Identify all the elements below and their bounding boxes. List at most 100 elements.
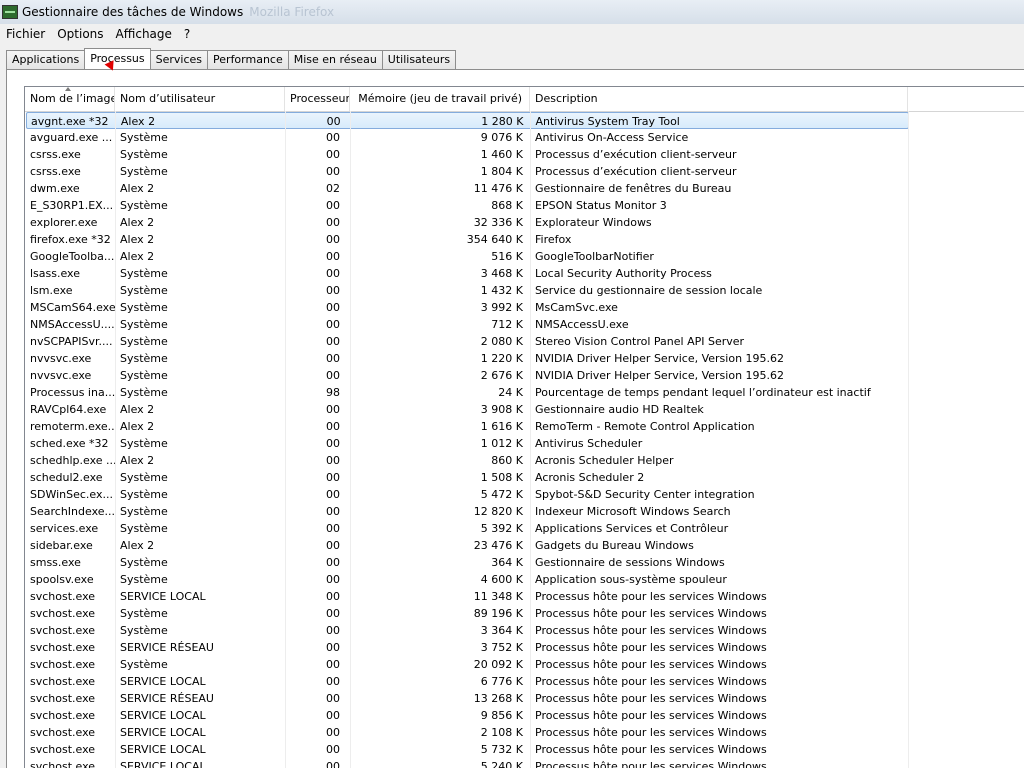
table-row[interactable]: nvSCPAPISvr.... Système 00 2 080 K Stereo Vi… — [25, 333, 1024, 350]
process-description: NVIDIA Driver Helper Service, Version 19… — [535, 352, 785, 365]
tab-utilisateurs[interactable]: Utilisateurs — [381, 50, 457, 69]
column-header-cpu[interactable]: Processeur — [285, 87, 350, 111]
process-memory: 364 K — [491, 556, 523, 569]
process-image-name: nvSCPAPISvr.... — [30, 335, 113, 348]
table-row[interactable]: explorer.exe Alex 2 00 32 336 K Explorateur … — [25, 214, 1024, 231]
table-row[interactable]: svchost.exe SERVICE RÉSEAU 00 13 268 K Proce… — [25, 690, 1024, 707]
task-manager-icon — [2, 5, 18, 19]
column-header-user-name[interactable]: Nom d’utilisateur — [115, 87, 285, 111]
process-memory: 354 640 K — [466, 233, 523, 246]
process-description: Pourcentage de temps pendant lequel l’or… — [535, 386, 871, 399]
process-cpu: 00 — [326, 556, 340, 569]
process-image-name: MSCamS64.exe — [30, 301, 115, 314]
process-memory: 1 804 K — [480, 165, 523, 178]
process-user-name: Alex 2 — [120, 403, 155, 416]
table-row[interactable]: dwm.exe Alex 2 02 11 476 K Gestionnaire de f… — [25, 180, 1024, 197]
table-row[interactable]: avguard.exe ... Système 00 9 076 K Antivirus… — [25, 129, 1024, 146]
process-memory: 4 600 K — [480, 573, 523, 586]
table-row[interactable]: E_S30RP1.EX... Système 00 868 K EPSON Status… — [25, 197, 1024, 214]
table-row[interactable]: lsass.exe Système 00 3 468 K Local Security … — [25, 265, 1024, 282]
process-user-name: Système — [120, 267, 168, 280]
table-row[interactable]: services.exe Système 00 5 392 K Applications… — [25, 520, 1024, 537]
table-row[interactable]: svchost.exe SERVICE LOCAL 00 5 240 K Process… — [25, 758, 1024, 768]
table-row[interactable]: GoogleToolba... Alex 2 00 516 K GoogleToolba… — [25, 248, 1024, 265]
process-user-name: Système — [120, 488, 168, 501]
table-row[interactable]: remoterm.exe... Alex 2 00 1 616 K RemoTerm -… — [25, 418, 1024, 435]
table-row[interactable]: svchost.exe SERVICE LOCAL 00 11 348 K Proces… — [25, 588, 1024, 605]
tab-mise-en-reseau[interactable]: Mise en réseau — [287, 50, 383, 69]
process-user-name: Alex 2 — [120, 182, 155, 195]
table-row[interactable]: Processus ina... Système 98 24 K Pourcentage… — [25, 384, 1024, 401]
table-row[interactable]: svchost.exe Système 00 3 364 K Processus hôt… — [25, 622, 1024, 639]
column-header-image-name[interactable]: Nom de l’image — [25, 87, 115, 111]
process-image-name: SDWinSec.ex... — [30, 488, 113, 501]
table-row[interactable]: sched.exe *32 Système 00 1 012 K Antivirus S… — [25, 435, 1024, 452]
table-row[interactable]: svchost.exe Système 00 89 196 K Processus hô… — [25, 605, 1024, 622]
table-row[interactable]: nvvsvc.exe Système 00 2 676 K NVIDIA Driver … — [25, 367, 1024, 384]
process-cpu: 00 — [326, 624, 340, 637]
tab-applications[interactable]: Applications — [6, 50, 86, 69]
table-row[interactable]: MSCamS64.exe Système 00 3 992 K MsCamSvc.exe — [25, 299, 1024, 316]
table-row[interactable]: svchost.exe SERVICE RÉSEAU 00 3 752 K Proces… — [25, 639, 1024, 656]
background-window-title: Mozilla Firefox — [249, 5, 335, 19]
title-bar[interactable]: Gestionnaire des tâches de Windows Mozil… — [0, 0, 1024, 24]
process-memory: 1 220 K — [480, 352, 523, 365]
table-row[interactable]: schedhlp.exe ... Alex 2 00 860 K Acronis Sch… — [25, 452, 1024, 469]
process-image-name: csrss.exe — [30, 165, 81, 178]
process-memory: 20 092 K — [473, 658, 523, 671]
table-row[interactable]: NMSAccessU.... Système 00 712 K NMSAccessU.e… — [25, 316, 1024, 333]
process-cpu: 00 — [326, 335, 340, 348]
table-row[interactable]: SDWinSec.ex... Système 00 5 472 K Spybot-S&D… — [25, 486, 1024, 503]
process-description: Processus hôte pour les services Windows — [535, 743, 767, 756]
process-cpu: 00 — [326, 726, 340, 739]
process-description: Processus d’exécution client-serveur — [535, 165, 737, 178]
table-row[interactable]: svchost.exe SERVICE LOCAL 00 2 108 K Process… — [25, 724, 1024, 741]
process-image-name: explorer.exe — [30, 216, 98, 229]
process-list[interactable]: Nom de l’image Nom d’utilisateur Process… — [24, 86, 1024, 768]
column-header-description[interactable]: Description — [530, 87, 908, 111]
menu-options[interactable]: Options — [51, 24, 109, 44]
tab-performance[interactable]: Performance — [207, 50, 289, 69]
table-row[interactable]: csrss.exe Système 00 1 460 K Processus d’exé… — [25, 146, 1024, 163]
process-description: Processus hôte pour les services Windows — [535, 675, 767, 688]
table-row[interactable]: RAVCpl64.exe Alex 2 00 3 908 K Gestionnaire … — [25, 401, 1024, 418]
table-row[interactable]: smss.exe Système 00 364 K Gestionnaire de se… — [25, 554, 1024, 571]
table-row[interactable]: SearchIndexe... Système 00 12 820 K Indexeur… — [25, 503, 1024, 520]
process-description: Gadgets du Bureau Windows — [535, 539, 694, 552]
table-row[interactable]: lsm.exe Système 00 1 432 K Service du gestio… — [25, 282, 1024, 299]
menu-fichier[interactable]: Fichier — [0, 24, 51, 44]
column-header-memory[interactable]: Mémoire (jeu de travail privé) — [350, 87, 530, 111]
process-memory: 5 732 K — [480, 743, 523, 756]
table-row[interactable]: spoolsv.exe Système 00 4 600 K Application s… — [25, 571, 1024, 588]
process-user-name: Alex 2 — [120, 216, 155, 229]
tab-services[interactable]: Services — [149, 50, 209, 69]
table-row[interactable]: svchost.exe Système 00 20 092 K Processus hô… — [25, 656, 1024, 673]
process-cpu: 00 — [326, 454, 340, 467]
table-row[interactable]: schedul2.exe Système 00 1 508 K Acronis Sche… — [25, 469, 1024, 486]
process-image-name: services.exe — [30, 522, 99, 535]
process-description: Antivirus System Tray Tool — [535, 115, 680, 128]
process-memory: 9 076 K — [480, 131, 523, 144]
tab-processus[interactable]: Processus — [84, 48, 151, 69]
process-rows: avgnt.exe *32 Alex 2 00 1 280 K Antivirus Sy… — [25, 112, 1024, 768]
process-memory: 3 468 K — [480, 267, 523, 280]
process-image-name: svchost.exe — [30, 709, 96, 722]
table-row[interactable]: nvvsvc.exe Système 00 1 220 K NVIDIA Driver … — [25, 350, 1024, 367]
process-cpu: 00 — [326, 403, 340, 416]
table-row[interactable]: svchost.exe SERVICE LOCAL 00 9 856 K Process… — [25, 707, 1024, 724]
process-image-name: GoogleToolba... — [30, 250, 115, 263]
menu-help[interactable]: ? — [178, 24, 196, 44]
process-description: GoogleToolbarNotifier — [535, 250, 654, 263]
process-image-name: svchost.exe — [30, 624, 96, 637]
process-user-name: Système — [120, 658, 168, 671]
table-row[interactable]: csrss.exe Système 00 1 804 K Processus d’exé… — [25, 163, 1024, 180]
process-user-name: SERVICE LOCAL — [120, 590, 206, 603]
table-row[interactable]: svchost.exe SERVICE LOCAL 00 6 776 K Process… — [25, 673, 1024, 690]
table-row[interactable]: svchost.exe SERVICE LOCAL 00 5 732 K Process… — [25, 741, 1024, 758]
table-row[interactable]: firefox.exe *32 Alex 2 00 354 640 K Firefox — [25, 231, 1024, 248]
table-row[interactable]: sidebar.exe Alex 2 00 23 476 K Gadgets du Bu… — [25, 537, 1024, 554]
process-memory: 23 476 K — [473, 539, 523, 552]
table-row-selected[interactable]: avgnt.exe *32 Alex 2 00 1 280 K Antivirus Sy… — [26, 112, 909, 129]
process-image-name: nvvsvc.exe — [30, 369, 92, 382]
menu-affichage[interactable]: Affichage — [110, 24, 178, 44]
